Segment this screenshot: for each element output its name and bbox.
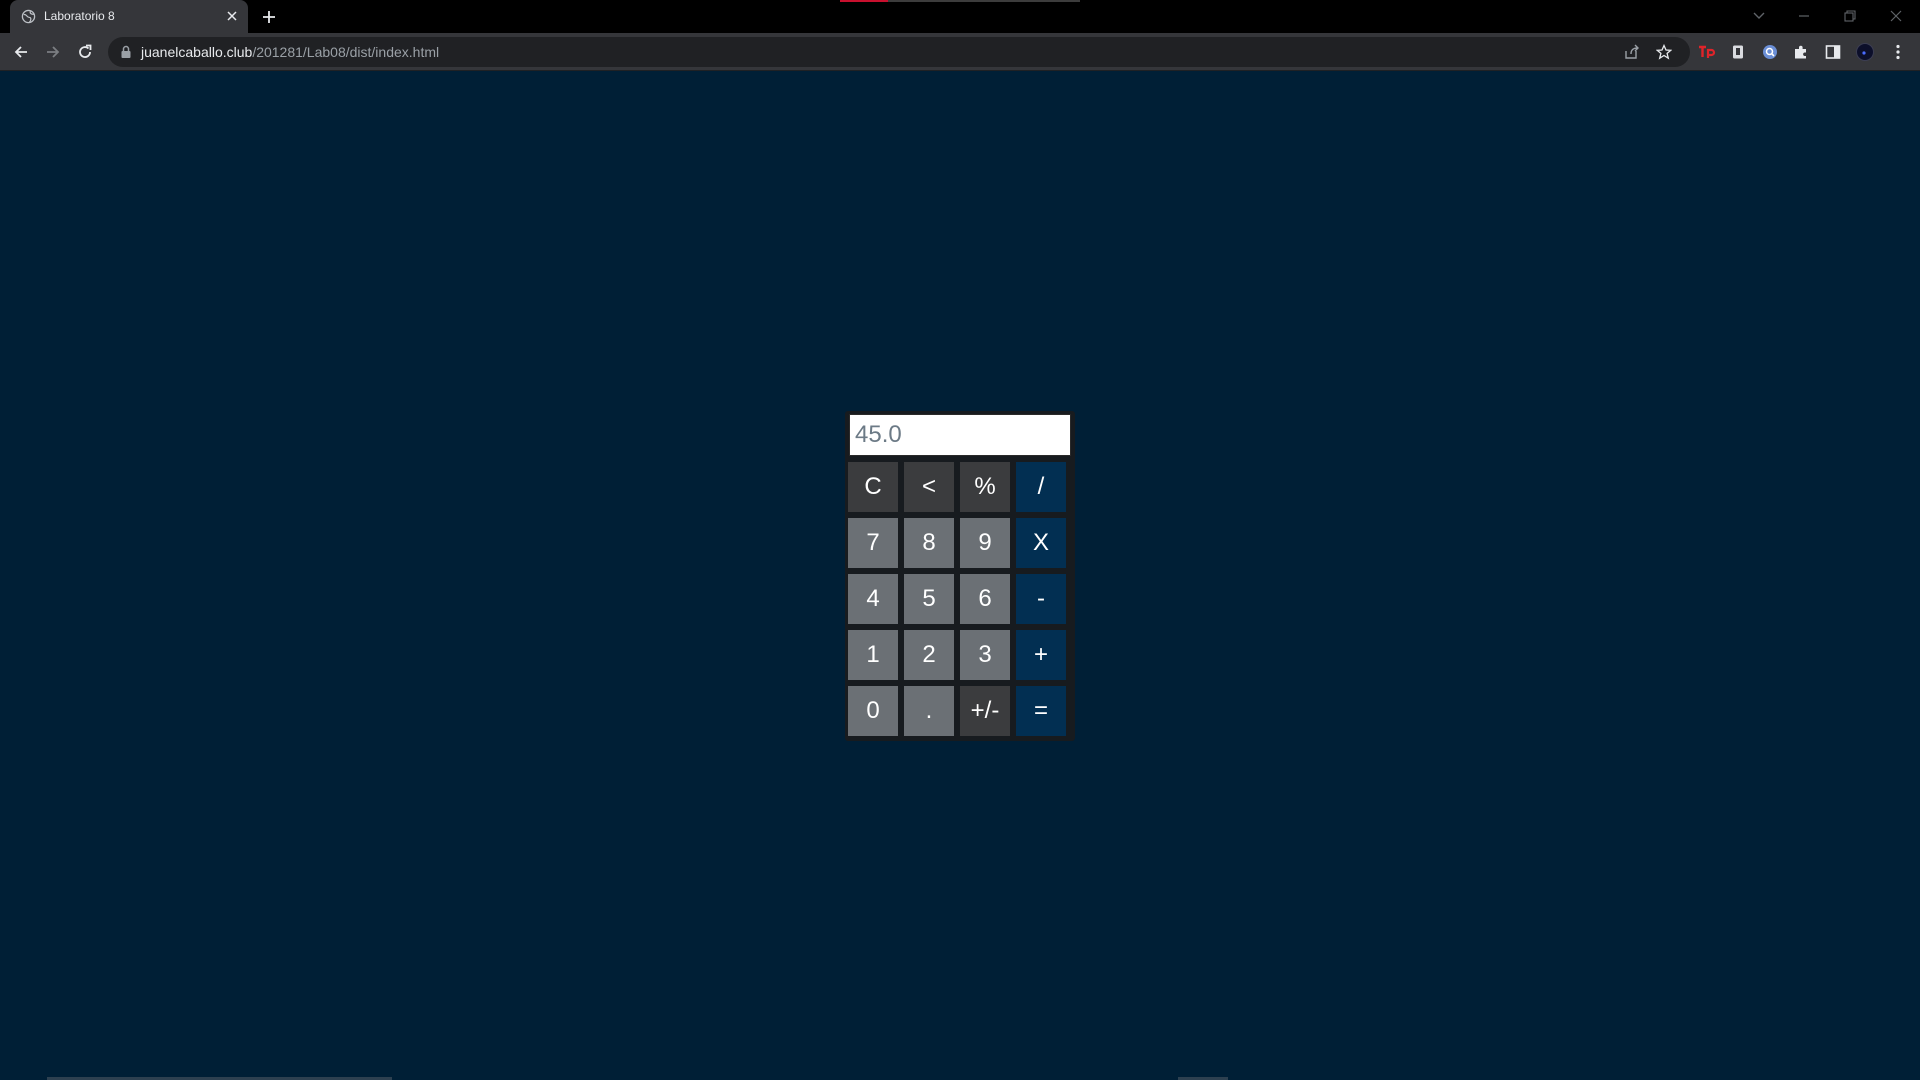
close-window-icon[interactable] xyxy=(1886,6,1906,26)
digit-0-button[interactable]: 0 xyxy=(848,686,898,736)
digit-7-button[interactable]: 7 xyxy=(848,518,898,568)
extensions-puzzle-icon[interactable] xyxy=(1791,42,1811,62)
browser-toolbar: juanelcaballo.club/201281/Lab08/dist/ind… xyxy=(0,33,1920,71)
digit-2-button[interactable]: 2 xyxy=(904,630,954,680)
reload-icon[interactable] xyxy=(75,42,95,62)
share-icon[interactable] xyxy=(1623,43,1641,61)
lock-icon[interactable] xyxy=(120,45,134,59)
address-bar[interactable]: juanelcaballo.club/201281/Lab08/dist/ind… xyxy=(108,37,1690,67)
tab-title: Laboratorio 8 xyxy=(44,9,115,23)
new-tab-icon[interactable] xyxy=(260,8,278,26)
digit-6-button[interactable]: 6 xyxy=(960,574,1010,624)
calculator-keypad: C <%/ 7 8 9 X 4 5 6- 1 2 3 +0. +/- = xyxy=(848,462,1072,736)
tab-strip: Laboratorio 8 xyxy=(0,0,1920,33)
subtract-button[interactable]: - xyxy=(1016,574,1066,624)
globe-icon xyxy=(21,9,36,24)
add-button[interactable]: + xyxy=(1016,630,1066,680)
bookmark-star-icon[interactable] xyxy=(1655,43,1673,61)
side-panel-icon[interactable] xyxy=(1823,42,1843,62)
url-text[interactable]: juanelcaballo.club/201281/Lab08/dist/ind… xyxy=(141,44,439,60)
digit-4-button[interactable]: 4 xyxy=(848,574,898,624)
digit-1-button[interactable]: 1 xyxy=(848,630,898,680)
digit-5-button[interactable]: 5 xyxy=(904,574,954,624)
search-extension-icon[interactable] xyxy=(1760,42,1780,62)
digit-9-button[interactable]: 9 xyxy=(960,518,1010,568)
url-host: juanelcaballo.club xyxy=(141,44,253,60)
profile-avatar-icon[interactable] xyxy=(1855,42,1875,62)
url-path: /201281/Lab08/dist/index.html xyxy=(252,44,440,60)
minimize-icon[interactable] xyxy=(1794,6,1814,26)
clear-button[interactable]: C xyxy=(848,462,898,512)
back-icon[interactable] xyxy=(11,42,31,62)
percent-button[interactable]: % xyxy=(960,462,1010,512)
menu-kebab-icon[interactable] xyxy=(1888,42,1908,62)
restore-icon[interactable] xyxy=(1840,6,1860,26)
multiply-button[interactable]: X xyxy=(1016,518,1066,568)
browser-tab[interactable]: Laboratorio 8 xyxy=(10,0,248,33)
digit-8-button[interactable]: 8 xyxy=(904,518,954,568)
backspace-button[interactable]: < xyxy=(904,462,954,512)
equals-button[interactable]: = xyxy=(1016,686,1066,736)
tab-search-icon[interactable] xyxy=(1749,6,1769,26)
divide-button[interactable]: / xyxy=(1016,462,1066,512)
digit-3-button[interactable]: 3 xyxy=(960,630,1010,680)
close-tab-icon[interactable] xyxy=(224,8,240,24)
calculator: C<%/ 789X 456- 123+0.+/-= xyxy=(845,411,1075,741)
calculator-display[interactable] xyxy=(849,414,1071,456)
bookmark-extension-icon[interactable] xyxy=(1728,42,1748,62)
forward-icon[interactable] xyxy=(43,42,63,62)
loading-indicator xyxy=(840,0,1080,2)
decimal-button[interactable]: . xyxy=(904,686,954,736)
tp-extension-icon[interactable] xyxy=(1697,42,1717,62)
negate-button[interactable]: +/- xyxy=(960,686,1010,736)
